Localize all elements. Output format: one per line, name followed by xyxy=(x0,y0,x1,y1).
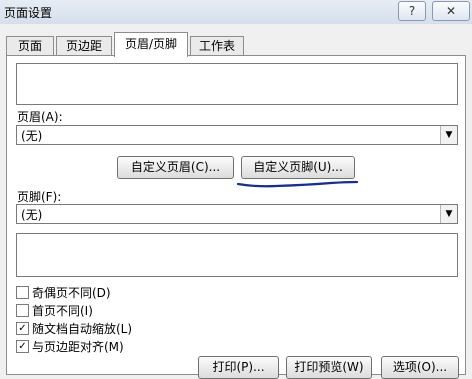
checkbox[interactable] xyxy=(16,286,29,299)
dropdown-arrow-icon[interactable]: ▼ xyxy=(440,126,457,144)
header-select-value: (无) xyxy=(21,129,43,143)
footer-label: 页脚(F): xyxy=(17,190,62,204)
tab-margins[interactable]: 页边距 xyxy=(56,36,112,56)
title-bar: 页面设置 ? ✕ xyxy=(0,0,472,24)
footer-preview xyxy=(16,233,458,277)
option-label: 与页边距对齐(M) xyxy=(32,340,124,354)
header-preview xyxy=(16,63,458,105)
header-label: 页眉(A): xyxy=(17,110,63,124)
checkbox[interactable] xyxy=(16,304,29,317)
custom-header-button[interactable]: 自定义页眉(C)... xyxy=(117,156,234,179)
options-button[interactable]: 选项(O)... xyxy=(381,356,459,379)
option-label: 首页不同(I) xyxy=(32,304,93,318)
checkbox[interactable]: ✓ xyxy=(16,340,29,353)
print-preview-button[interactable]: 打印预览(W) xyxy=(286,356,372,379)
window-title: 页面设置 xyxy=(4,6,53,20)
print-button[interactable]: 打印(P)... xyxy=(198,356,279,379)
option-label: 奇偶页不同(D) xyxy=(32,286,111,300)
close-button[interactable]: ✕ xyxy=(432,1,470,21)
custom-footer-button[interactable]: 自定义页脚(U)... xyxy=(241,156,355,179)
tab-sheet[interactable]: 工作表 xyxy=(190,36,244,56)
option-label: 随文档自动缩放(L) xyxy=(32,322,133,336)
footer-select[interactable]: (无) ▼ xyxy=(16,204,458,224)
tab-page[interactable]: 页面 xyxy=(6,36,54,56)
checkmark-icon: ✓ xyxy=(18,341,27,352)
checkmark-icon: ✓ xyxy=(18,323,27,334)
help-button[interactable]: ? xyxy=(398,1,426,21)
dropdown-arrow-icon[interactable]: ▼ xyxy=(440,205,457,223)
ink-underline-annotation xyxy=(236,180,359,188)
footer-select-value: (无) xyxy=(21,208,43,222)
header-select[interactable]: (无) ▼ xyxy=(16,125,458,145)
checkbox[interactable]: ✓ xyxy=(16,322,29,335)
tab-header-footer[interactable]: 页眉/页脚 xyxy=(114,32,188,57)
close-icon: ✕ xyxy=(445,4,457,18)
